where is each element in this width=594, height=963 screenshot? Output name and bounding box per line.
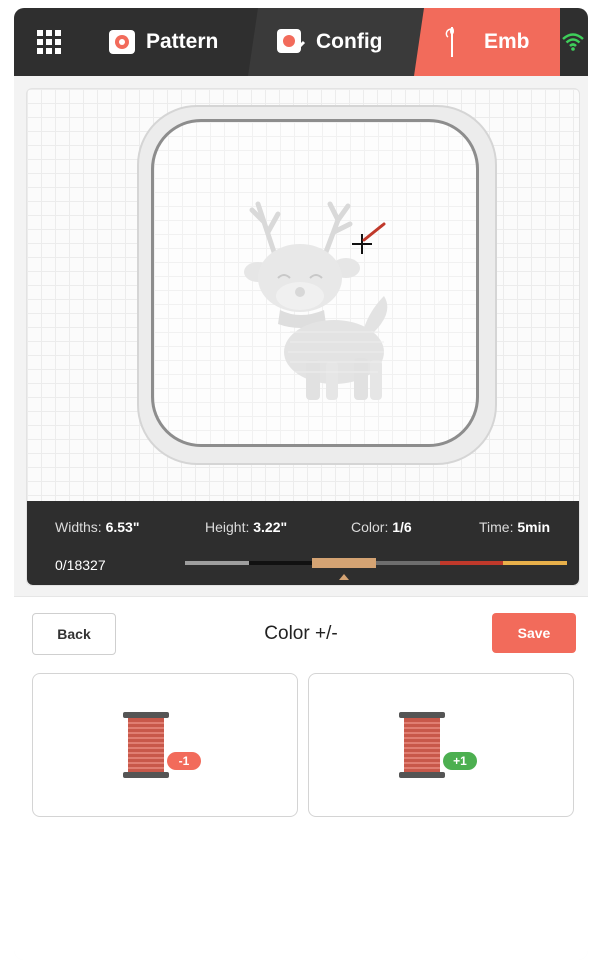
app-window: Pattern Config Emb Widths: 6.53" Height:… <box>14 8 588 960</box>
thread-color-segment[interactable] <box>248 561 313 565</box>
tab-emb-label: Emb <box>484 30 530 53</box>
plus-badge: +1 <box>443 752 477 770</box>
width-value: 6.53" <box>105 519 140 535</box>
active-color-marker <box>339 574 350 580</box>
thread-spool-icon <box>399 712 445 778</box>
wifi-icon <box>562 33 584 51</box>
tab-emb[interactable]: Emb <box>414 8 560 76</box>
save-button[interactable]: Save <box>492 613 576 653</box>
color-label: Color: <box>351 519 393 535</box>
embroidery-canvas[interactable]: Widths: 6.53" Height: 3.22" Color: 1/6 T… <box>26 88 580 586</box>
thread-spool-icon <box>123 712 169 778</box>
design-stats-bar: Widths: 6.53" Height: 3.22" Color: 1/6 T… <box>27 501 579 585</box>
time-stat: Time: 5min <box>479 519 550 535</box>
minus-badge: -1 <box>167 752 201 770</box>
thread-color-segment[interactable] <box>375 561 440 565</box>
time-label: Time: <box>479 519 518 535</box>
time-value: 5min <box>517 519 551 535</box>
color-value: 1/6 <box>392 519 412 535</box>
stitch-count: 0/18327 <box>55 557 106 573</box>
height-label: Height: <box>205 519 254 535</box>
needle-icon <box>445 27 454 57</box>
needle-position-crosshair <box>352 222 386 254</box>
color-minus-button[interactable]: -1 <box>32 673 298 817</box>
top-nav-bar: Pattern Config Emb <box>14 8 588 76</box>
grid-menu-icon <box>37 30 61 54</box>
height-value: 3.22" <box>253 519 288 535</box>
tab-pattern-label: Pattern <box>146 30 219 53</box>
thread-color-segment[interactable] <box>503 561 567 565</box>
height-stat: Height: 3.22" <box>205 519 287 535</box>
thread-color-segment[interactable] <box>439 561 504 565</box>
width-label: Widths: <box>55 519 106 535</box>
color-adjust-panel: Back Color +/- Save -1 +1 <box>14 596 588 960</box>
tab-config[interactable]: Config <box>248 8 432 76</box>
thread-color-segment[interactable] <box>312 558 376 568</box>
thread-color-progress[interactable] <box>185 558 567 568</box>
color-plus-button[interactable]: +1 <box>308 673 574 817</box>
color-stat: Color: 1/6 <box>351 519 412 535</box>
embroidery-hoop <box>137 105 497 465</box>
tab-pattern[interactable]: Pattern <box>84 8 254 76</box>
grid-menu-button[interactable] <box>14 8 84 76</box>
pattern-icon <box>109 30 135 54</box>
tab-config-label: Config <box>316 30 383 53</box>
width-stat: Widths: 6.53" <box>55 519 139 535</box>
hoop-area <box>151 119 479 447</box>
config-icon <box>276 28 306 56</box>
thread-color-segment[interactable] <box>185 561 249 565</box>
wifi-status <box>558 8 588 76</box>
